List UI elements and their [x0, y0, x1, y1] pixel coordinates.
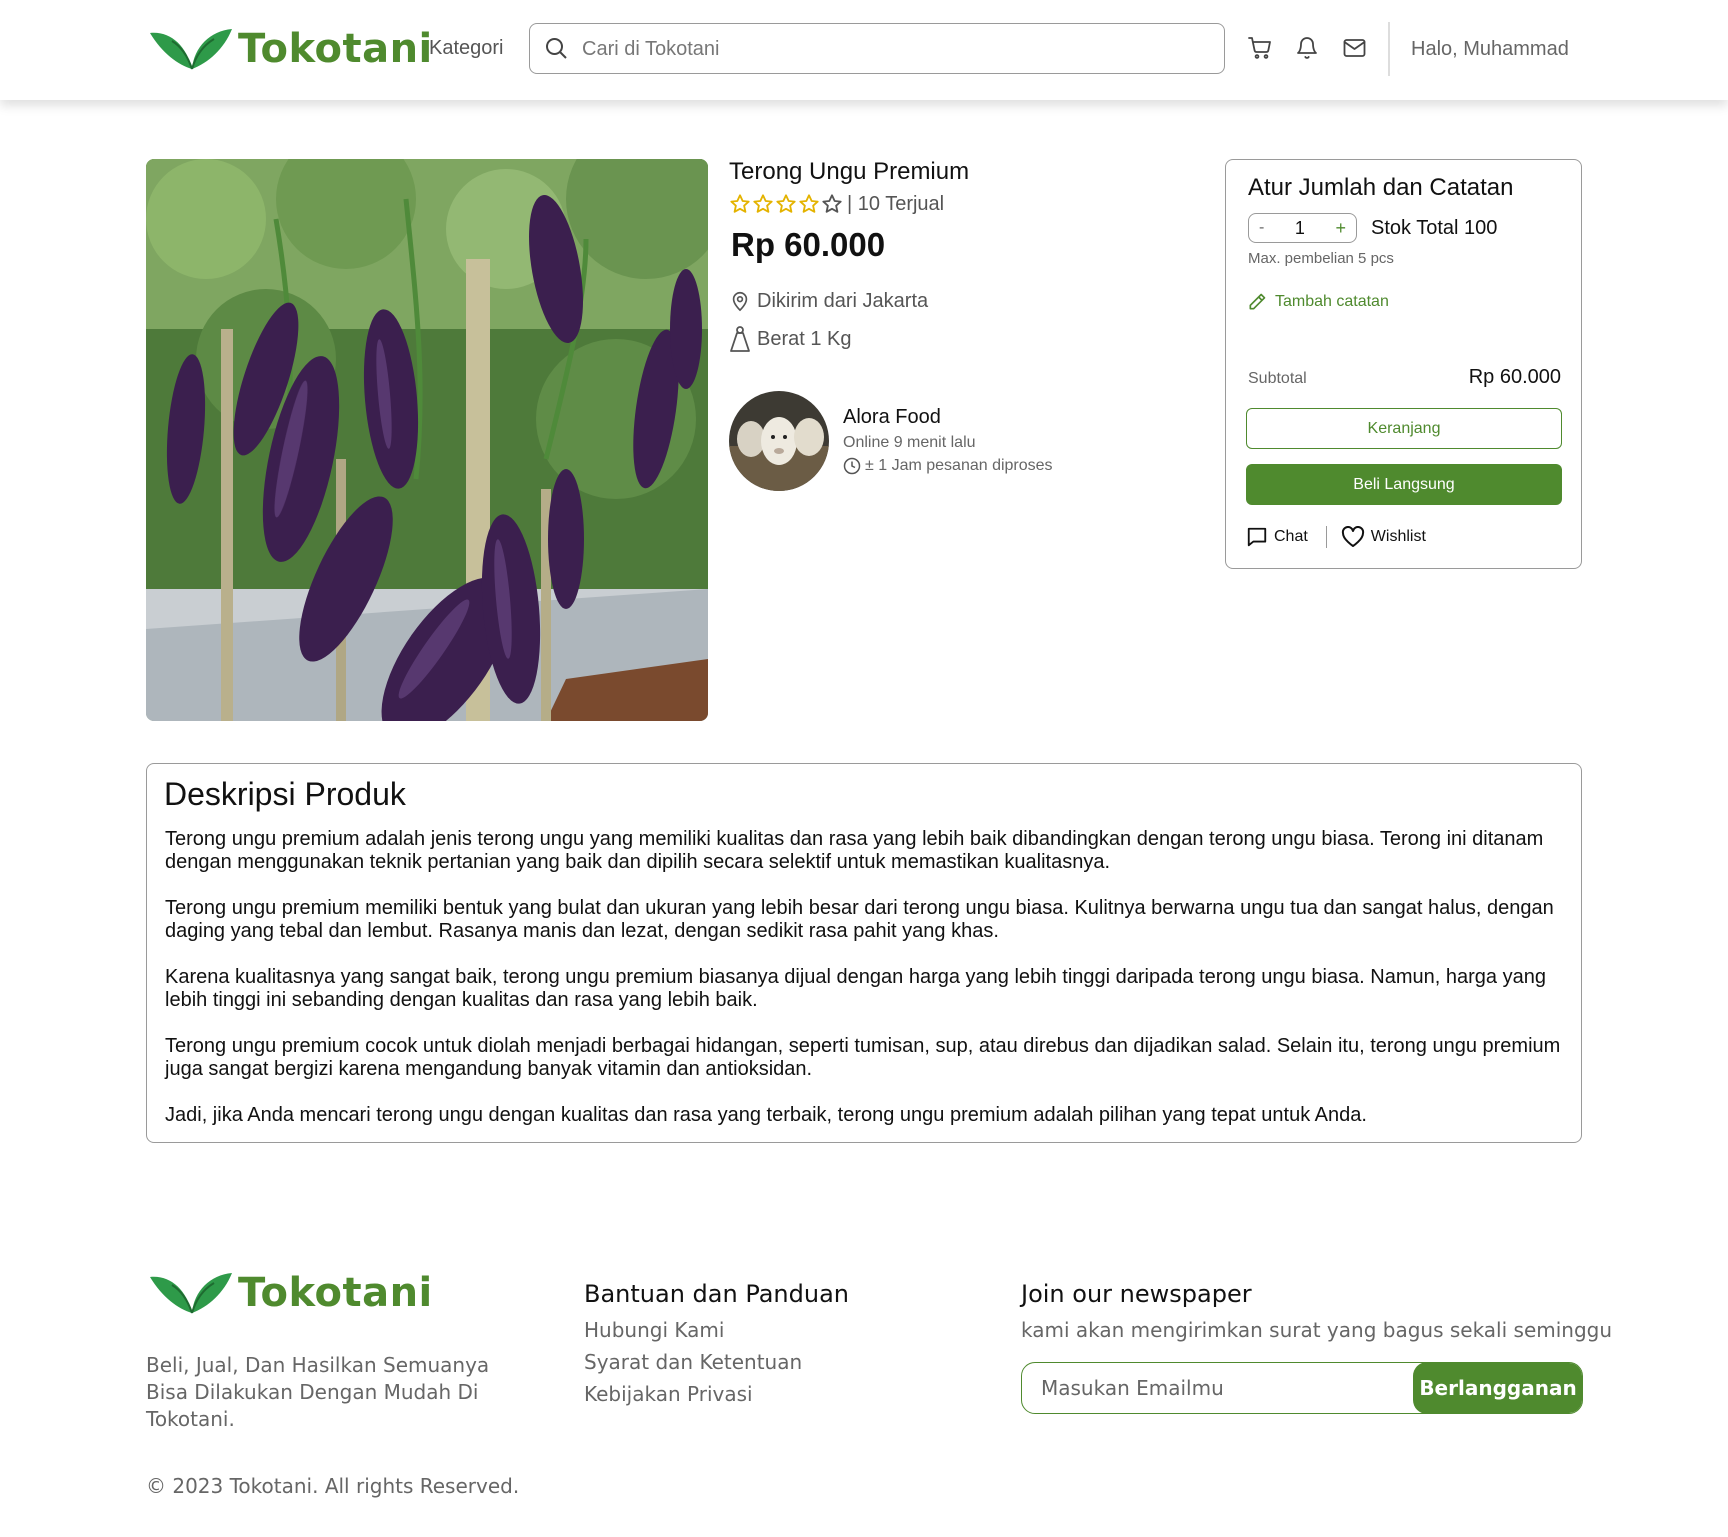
sold-count: | 10 Terjual	[847, 193, 945, 215]
search-input[interactable]	[582, 32, 1202, 66]
kategori-menu[interactable]: Kategori	[429, 37, 504, 60]
footer-link-privacy[interactable]: Kebijakan Privasi	[584, 1382, 753, 1406]
add-note-label: Tambah catatan	[1275, 293, 1389, 310]
seller-online-status: Online 9 menit lalu	[843, 434, 976, 451]
add-to-cart-button[interactable]: Keranjang	[1246, 408, 1562, 449]
chat-label: Chat	[1274, 528, 1308, 545]
bell-icon[interactable]	[1295, 36, 1319, 60]
footer-brand-name: Tokotani	[238, 1270, 433, 1316]
clock-icon	[843, 457, 861, 475]
star-icon	[752, 193, 775, 216]
copyright-text: © 2023 Tokotani. All rights Reserved.	[146, 1474, 520, 1498]
header-divider	[1388, 22, 1390, 76]
quantity-decrement-button[interactable]: -	[1259, 219, 1264, 237]
product-weight-text: Berat 1 Kg	[757, 327, 852, 350]
cart-icon[interactable]	[1248, 36, 1272, 60]
quantity-value[interactable]: 1	[1295, 218, 1305, 239]
leaf-logo-icon	[150, 1273, 232, 1314]
stock-total: Stok Total 100	[1371, 217, 1498, 239]
brand-logo[interactable]: Tokotani	[148, 25, 433, 73]
user-greeting[interactable]: Halo, Muhammad	[1411, 38, 1569, 61]
star-icon	[729, 193, 752, 216]
purchase-card: Atur Jumlah dan Catatan - 1 + Stok Total…	[1225, 159, 1582, 569]
max-purchase-note: Max. pembelian 5 pcs	[1248, 250, 1394, 267]
subtotal-value: Rp 60.000	[1468, 366, 1561, 388]
mail-icon[interactable]	[1342, 36, 1367, 60]
weight-icon	[730, 326, 750, 352]
seller-processing-text: ± 1 Jam pesanan diproses	[865, 457, 1053, 474]
subscribe-button[interactable]: Berlangganan	[1413, 1363, 1582, 1413]
heart-icon	[1341, 526, 1364, 547]
footer-brand-logo[interactable]: Tokotani	[148, 1269, 433, 1317]
seller-processing-time: ± 1 Jam pesanan diproses	[843, 457, 1053, 475]
description-body: Terong ungu premium adalah jenis terong …	[165, 828, 1565, 1150]
product-weight: Berat 1 Kg	[729, 325, 852, 353]
shipping-origin: Dikirim dari Jakarta	[729, 289, 928, 313]
newsletter-title: Join our newspaper	[1021, 1280, 1252, 1308]
buy-now-button[interactable]: Beli Langsung	[1246, 464, 1562, 505]
chat-button[interactable]: Chat	[1246, 526, 1308, 548]
rating-stars	[729, 193, 844, 216]
pencil-icon	[1249, 293, 1266, 310]
help-section-title: Bantuan dan Panduan	[584, 1280, 850, 1308]
quantity-stepper[interactable]: - 1 +	[1248, 213, 1357, 243]
description-paragraph: Terong ungu premium cocok untuk diolah m…	[165, 1035, 1561, 1080]
wishlist-button[interactable]: Wishlist	[1341, 526, 1426, 548]
footer-link-contact[interactable]: Hubungi Kami	[584, 1318, 724, 1342]
top-navbar: Tokotani Kategori Halo, Muhammad	[0, 0, 1728, 100]
product-description: Deskripsi Produk Terong ungu premium ada…	[146, 763, 1582, 1143]
subtotal-label: Subtotal	[1248, 370, 1307, 387]
footer-link-terms[interactable]: Syarat dan Ketentuan	[584, 1350, 802, 1374]
description-paragraph: Jadi, jika Anda mencari terong ungu deng…	[165, 1104, 1367, 1126]
product-image[interactable]	[146, 159, 708, 721]
star-icon	[798, 193, 821, 216]
newsletter-form: Berlangganan	[1021, 1362, 1583, 1414]
search-icon	[546, 38, 567, 59]
seller-name[interactable]: Alora Food	[843, 406, 941, 429]
description-paragraph: Karena kualitasnya yang sangat baik, ter…	[165, 966, 1546, 1011]
purchase-card-title: Atur Jumlah dan Catatan	[1248, 174, 1514, 201]
actions-divider	[1325, 526, 1327, 548]
newsletter-email-input[interactable]	[1041, 1373, 1411, 1403]
leaf-logo-icon	[150, 29, 232, 70]
product-price: Rp 60.000	[731, 226, 886, 263]
description-title: Deskripsi Produk	[164, 776, 406, 812]
star-icon	[821, 193, 844, 216]
footer-tagline: Beli, Jual, Dan Hasilkan Semuanya Bisa D…	[146, 1353, 490, 1431]
seller-avatar[interactable]	[729, 391, 829, 491]
star-icon	[775, 193, 798, 216]
search-bar[interactable]	[529, 23, 1225, 74]
product-rating: | 10 Terjual	[729, 193, 944, 216]
brand-name: Tokotani	[238, 26, 433, 72]
product-title: Terong Ungu Premium	[729, 158, 970, 185]
card-secondary-actions: Chat Wishlist	[1246, 526, 1426, 548]
chat-icon	[1247, 527, 1267, 547]
location-pin-icon	[732, 291, 748, 312]
newsletter-subtitle: kami akan mengirimkan surat yang bagus s…	[1021, 1318, 1613, 1342]
wishlist-label: Wishlist	[1370, 528, 1426, 545]
shipping-origin-text: Dikirim dari Jakarta	[757, 289, 929, 312]
quantity-increment-button[interactable]: +	[1335, 218, 1346, 239]
description-paragraph: Terong ungu premium memiliki bentuk yang…	[165, 897, 1554, 942]
add-note-link[interactable]: Tambah catatan	[1247, 292, 1389, 312]
description-paragraph: Terong ungu premium adalah jenis terong …	[165, 828, 1544, 873]
